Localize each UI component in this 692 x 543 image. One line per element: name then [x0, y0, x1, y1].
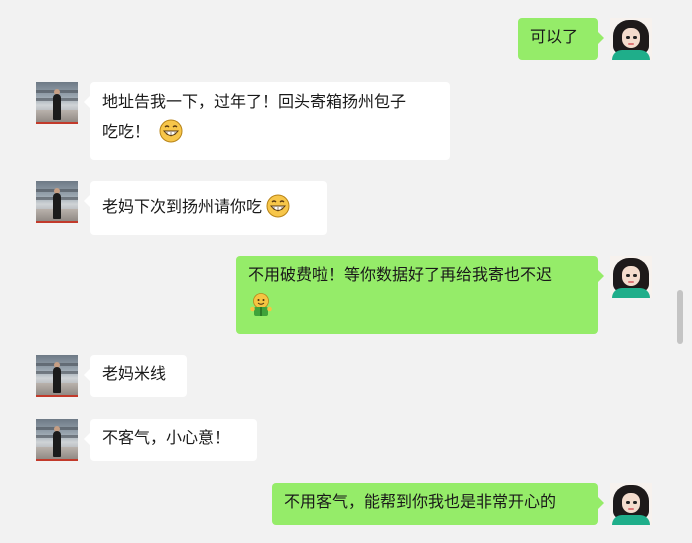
- avatar-self[interactable]: [610, 18, 652, 60]
- message-bubble-incoming[interactable]: 老妈米线: [84, 355, 187, 397]
- avatar-self[interactable]: [610, 256, 652, 298]
- message-text: 老妈米线: [102, 364, 167, 383]
- scrollbar-thumb[interactable]: [677, 290, 683, 344]
- message-text: 不客气，小心意！: [102, 428, 231, 447]
- message-text: 不用客气，能帮到你我也是非常开心的: [284, 492, 557, 511]
- avatar-contact[interactable]: [36, 419, 78, 461]
- smile-gift-icon: [250, 293, 272, 316]
- avatar-contact[interactable]: [36, 355, 78, 397]
- message-bubble-outgoing[interactable]: 不用客气，能帮到你我也是非常开心的: [272, 483, 604, 525]
- message-bubble-outgoing[interactable]: 不用破费啦！等你数据好了再给我寄也不迟: [236, 256, 604, 334]
- message-bubble-incoming[interactable]: 地址告我一下，过年了！回头寄箱扬州包子 吃吃！: [84, 82, 450, 160]
- message-bubble-outgoing[interactable]: 可以了: [518, 18, 604, 60]
- grin-icon: [266, 194, 290, 217]
- message-text: 吃吃！: [102, 122, 151, 141]
- message-text: 老妈下次到扬州请你吃: [102, 197, 263, 216]
- avatar-contact[interactable]: [36, 181, 78, 223]
- grin-icon: [159, 119, 183, 142]
- message-bubble-incoming[interactable]: 老妈下次到扬州请你吃: [84, 181, 327, 235]
- avatar-contact[interactable]: [36, 82, 78, 124]
- message-text: 可以了: [530, 27, 579, 46]
- message-text: 地址告我一下，过年了！回头寄箱扬州包子: [102, 92, 407, 111]
- message-bubble-incoming[interactable]: 不客气，小心意！: [84, 419, 257, 461]
- avatar-self[interactable]: [610, 483, 652, 525]
- message-text: 不用破费啦！等你数据好了再给我寄也不迟: [248, 265, 553, 284]
